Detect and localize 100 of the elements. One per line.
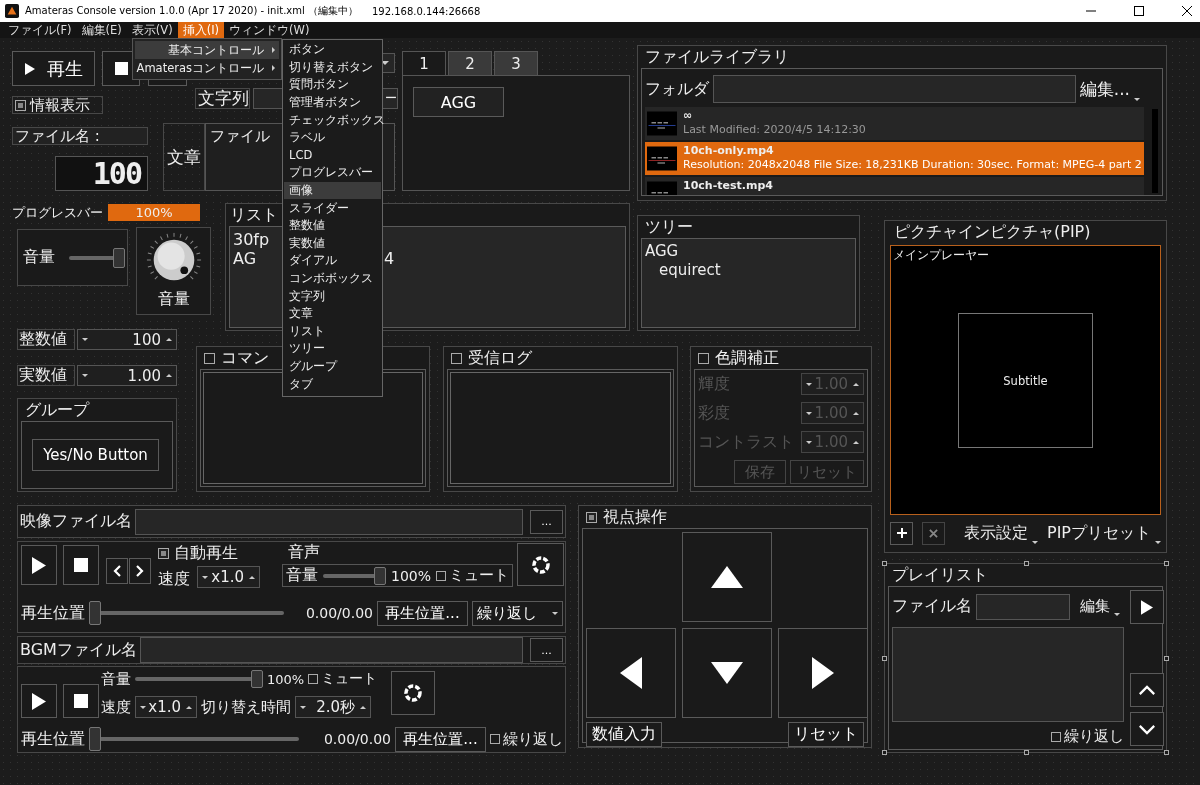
edit-menu[interactable]: 編集 bbox=[1080, 597, 1124, 617]
video-file-field[interactable] bbox=[135, 508, 523, 535]
menu-item[interactable]: 画像 bbox=[284, 181, 381, 200]
integer-spin-box[interactable]: 100 bbox=[77, 329, 177, 350]
menu-item[interactable]: 基本コントロール bbox=[135, 41, 279, 59]
display-settings-menu[interactable]: 表示設定 bbox=[964, 522, 1038, 544]
tree-node[interactable]: equirect bbox=[659, 261, 721, 280]
left-button[interactable] bbox=[586, 628, 676, 718]
position-button[interactable]: 再生位置... bbox=[395, 726, 486, 752]
autoplay-checkbox[interactable]: 自動再生 bbox=[158, 543, 238, 564]
add-button[interactable] bbox=[890, 521, 913, 545]
remove-button[interactable] bbox=[922, 521, 945, 545]
viewpoint-checkbox[interactable]: 視点操作 bbox=[582, 506, 667, 528]
menu-item[interactable]: 質問ボタン bbox=[284, 76, 381, 94]
menu-item[interactable]: ツリー bbox=[284, 340, 381, 358]
move-down-button[interactable] bbox=[1130, 712, 1164, 746]
numeric-input-button[interactable]: 数値入力 bbox=[586, 722, 662, 747]
menu-item[interactable]: 編集(E) bbox=[76, 22, 127, 38]
browse-button[interactable]: ... bbox=[530, 509, 563, 534]
pip-preset-menu[interactable]: PIPプリセット bbox=[1047, 522, 1161, 544]
move-up-button[interactable] bbox=[1130, 673, 1164, 707]
next-button[interactable] bbox=[129, 558, 151, 584]
switch-time-spin-box[interactable]: 2.0秒 bbox=[295, 696, 371, 718]
menu-item[interactable]: 実数値 bbox=[284, 234, 381, 253]
speed-spin-box[interactable]: x1.0 bbox=[135, 696, 197, 718]
resize-handle[interactable] bbox=[1024, 750, 1029, 755]
play-button[interactable] bbox=[21, 684, 57, 718]
agg-button[interactable]: AGG bbox=[413, 87, 504, 117]
tab[interactable]: 3 bbox=[494, 51, 538, 75]
position-slider[interactable] bbox=[89, 600, 284, 626]
menu-item[interactable]: ボタン bbox=[284, 41, 381, 59]
menu-item[interactable]: 文章 bbox=[284, 304, 381, 323]
volume-slider[interactable] bbox=[135, 669, 263, 689]
menu-item[interactable]: プログレスバー bbox=[284, 164, 381, 182]
command-checkbox[interactable]: コマン bbox=[200, 347, 269, 369]
position-slider[interactable] bbox=[89, 726, 299, 752]
close-icon[interactable] bbox=[1182, 6, 1192, 16]
file-row[interactable]: 10ch-test.mp4 bbox=[645, 177, 1144, 195]
repeat-checkbox[interactable]: 繰り返し bbox=[1051, 727, 1124, 746]
info-checkbox[interactable]: 情報表示 bbox=[12, 96, 103, 114]
resize-handle[interactable] bbox=[882, 750, 887, 755]
play-button[interactable] bbox=[1130, 590, 1164, 624]
resize-handle[interactable] bbox=[882, 561, 887, 566]
edit-menu[interactable]: 編集... bbox=[1079, 77, 1144, 101]
menu-item[interactable]: スライダー bbox=[284, 199, 381, 217]
tab[interactable]: 1 bbox=[402, 51, 446, 75]
mute-checkbox[interactable]: ミュート bbox=[308, 670, 378, 688]
menu-item[interactable]: ウィンドウ(W) bbox=[224, 22, 315, 38]
resize-handle[interactable] bbox=[1164, 750, 1169, 755]
right-button[interactable] bbox=[778, 628, 868, 718]
stop-button[interactable] bbox=[63, 545, 99, 585]
menu-item[interactable]: ダイアル bbox=[284, 252, 381, 270]
menu-item[interactable]: コンボボックス bbox=[284, 269, 381, 288]
browse-button[interactable]: ... bbox=[530, 638, 563, 662]
menu-item[interactable]: リスト bbox=[284, 322, 381, 341]
reset-button[interactable]: リセット bbox=[788, 722, 864, 747]
up-button[interactable] bbox=[682, 532, 772, 622]
menu-item[interactable]: 切り替えボタン bbox=[284, 58, 381, 77]
resize-handle[interactable] bbox=[1164, 561, 1169, 566]
previous-button[interactable] bbox=[106, 558, 128, 584]
menu-item[interactable]: 文字列 bbox=[284, 287, 381, 305]
menu-item[interactable]: グループ bbox=[284, 357, 381, 376]
position-button[interactable]: 再生位置... bbox=[377, 600, 468, 626]
slider-thumb[interactable] bbox=[113, 247, 125, 268]
file-row[interactable]: ∞ Last Modified: 2020/4/5 14:12:30 bbox=[645, 107, 1144, 140]
repeat-checkbox[interactable]: 繰り返し bbox=[490, 729, 563, 749]
list-item[interactable]: AG bbox=[233, 249, 257, 268]
aperture-button[interactable] bbox=[517, 543, 564, 586]
slider-thumb[interactable] bbox=[251, 670, 263, 688]
slider-thumb[interactable] bbox=[373, 566, 386, 585]
menu-item[interactable]: Amaterasコントロール bbox=[135, 59, 279, 77]
yes-no-button[interactable]: Yes/No Button bbox=[32, 439, 159, 471]
tree-node[interactable]: AGG bbox=[645, 242, 679, 261]
mute-checkbox[interactable]: ミュート bbox=[436, 566, 509, 585]
menu-item[interactable]: ラベル bbox=[284, 128, 381, 147]
tab[interactable]: 2 bbox=[448, 51, 492, 75]
folder-field[interactable] bbox=[713, 75, 1076, 103]
list-item-end[interactable]: 4 bbox=[384, 249, 395, 268]
menu-item[interactable]: タブ bbox=[284, 375, 381, 393]
aperture-button[interactable] bbox=[391, 671, 435, 715]
menu-item[interactable]: 整数値 bbox=[284, 216, 381, 235]
receive-log-checkbox[interactable]: 受信ログ bbox=[447, 347, 532, 369]
stop-button[interactable] bbox=[63, 684, 99, 718]
menu-item[interactable]: ファイル(F) bbox=[3, 22, 77, 38]
down-button[interactable] bbox=[682, 628, 772, 718]
list-item[interactable]: 30fp bbox=[233, 230, 270, 249]
menu-item[interactable]: 管理者ボタン bbox=[284, 93, 381, 112]
slider-thumb[interactable] bbox=[89, 727, 101, 751]
real-spin-box[interactable]: 1.00 bbox=[77, 365, 177, 386]
file-name-field[interactable] bbox=[976, 593, 1070, 620]
menu-item[interactable]: LCD bbox=[284, 146, 381, 165]
play-button[interactable] bbox=[21, 545, 57, 585]
volume-slider[interactable] bbox=[323, 565, 386, 586]
bgm-file-field[interactable] bbox=[139, 637, 523, 663]
maximize-icon[interactable] bbox=[1134, 6, 1144, 16]
slider-thumb[interactable] bbox=[89, 601, 101, 625]
play-button[interactable]: 再生 bbox=[12, 51, 95, 86]
resize-handle[interactable] bbox=[1164, 656, 1169, 661]
speed-spin-box[interactable]: x1.0 bbox=[197, 566, 260, 588]
resize-handle[interactable] bbox=[1024, 561, 1029, 566]
